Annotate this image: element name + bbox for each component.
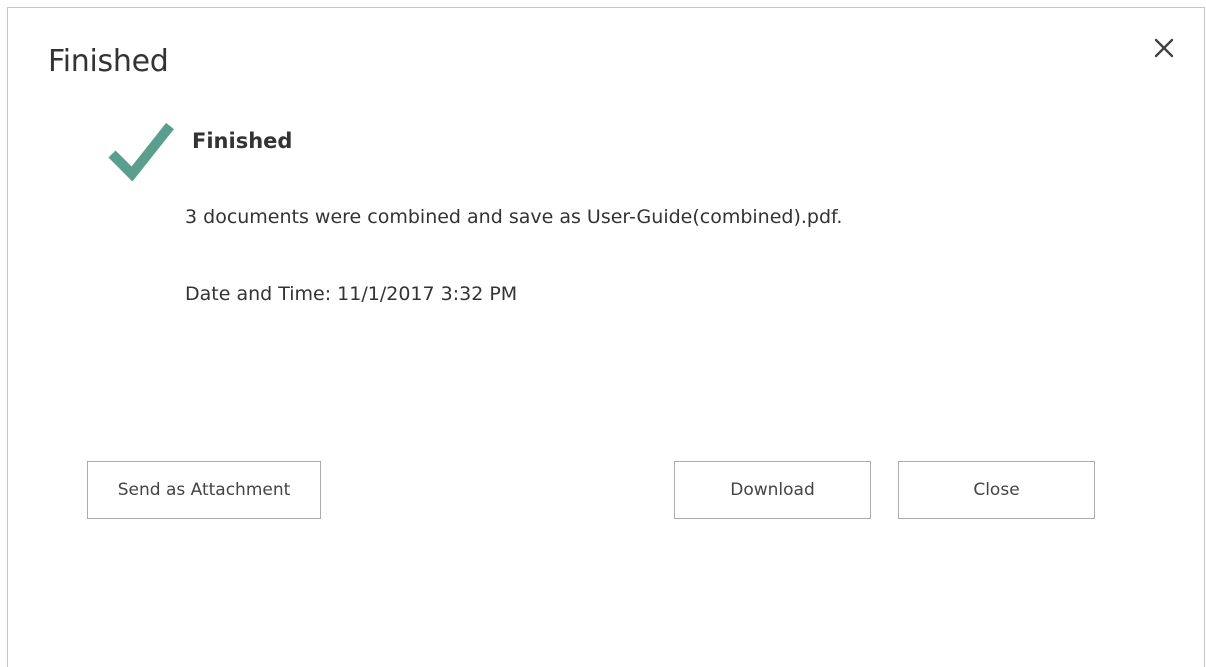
close-button[interactable]: Close bbox=[898, 461, 1095, 519]
dialog-title: Finished bbox=[48, 44, 169, 79]
close-icon[interactable] bbox=[1152, 36, 1176, 60]
send-as-attachment-button[interactable]: Send as Attachment bbox=[87, 461, 321, 519]
finished-dialog: Finished Finished 3 documents were combi… bbox=[7, 7, 1205, 667]
date-time-text: Date and Time: 11/1/2017 3:32 PM bbox=[185, 283, 518, 305]
checkmark-icon bbox=[108, 122, 174, 182]
status-heading: Finished bbox=[192, 129, 293, 153]
download-button[interactable]: Download bbox=[674, 461, 871, 519]
result-message: 3 documents were combined and save as Us… bbox=[185, 206, 843, 228]
